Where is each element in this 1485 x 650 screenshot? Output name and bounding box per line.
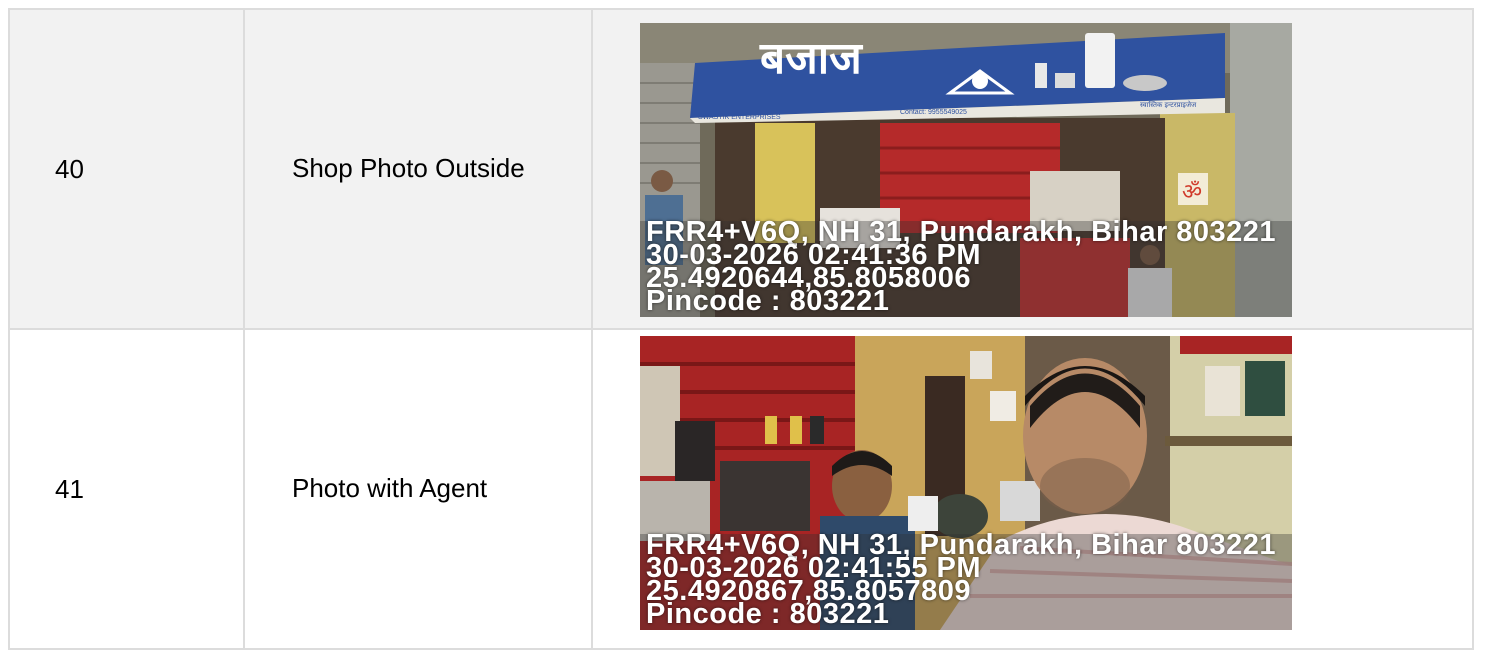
report-table-container: 40 Shop Photo Outside बजाज SWASTIK ENTER… — [8, 8, 1474, 650]
geotag-stamp: FRR4+V6Q, NH 31, Pundarakh, Bihar 803221… — [646, 217, 1276, 315]
sign-contact: Contact: 9955549025 — [900, 109, 967, 116]
table-row: 41 Photo with Agent FRR4+V6Q, NH 31, Pun… — [8, 328, 1474, 650]
shop-sign-text: बजाज — [759, 33, 863, 84]
row-label: Photo with Agent — [243, 328, 593, 650]
row-number: 41 — [8, 328, 245, 650]
geotag-stamp: FRR4+V6Q, NH 31, Pundarakh, Bihar 803221… — [646, 531, 1276, 629]
svg-text:ॐ: ॐ — [1182, 180, 1202, 205]
photo-report-table: 40 Shop Photo Outside बजाज SWASTIK ENTER… — [8, 8, 1474, 650]
agent-photo[interactable]: FRR4+V6Q, NH 31, Pundarakh, Bihar 803221… — [640, 336, 1292, 630]
photo-cell: बजाज SWASTIK ENTERPRISES Contact: 995554… — [591, 8, 1474, 330]
row-number: 40 — [8, 8, 245, 330]
sign-subtitle-hindi: स्वास्तिक इन्टरप्राइजेज — [1140, 100, 1197, 109]
photo-cell: FRR4+V6Q, NH 31, Pundarakh, Bihar 803221… — [591, 328, 1474, 650]
shop-outside-photo[interactable]: बजाज SWASTIK ENTERPRISES Contact: 995554… — [640, 22, 1292, 317]
row-label: Shop Photo Outside — [243, 8, 593, 330]
sign-subtitle: SWASTIK ENTERPRISES — [698, 114, 781, 121]
table-row: 40 Shop Photo Outside बजाज SWASTIK ENTER… — [8, 8, 1474, 330]
